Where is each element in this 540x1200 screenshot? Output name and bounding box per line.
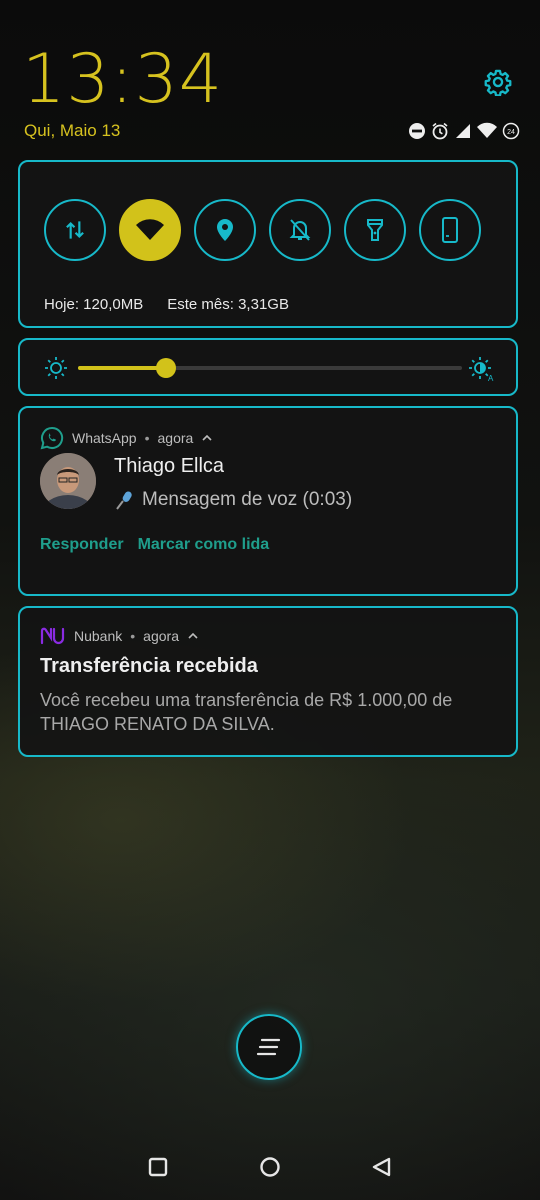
brightness-low-icon bbox=[45, 357, 67, 379]
data-usage-today: Hoje: 120,0MB bbox=[44, 296, 144, 313]
data-usage-month: Este mês: 3,31GB bbox=[167, 296, 289, 313]
location-tile[interactable] bbox=[194, 199, 256, 261]
brightness-panel: A bbox=[18, 338, 518, 396]
data-usage: Hoje: 120,0MB Este mês: 3,31GB bbox=[44, 296, 289, 313]
notification-header: WhatsApp • agora bbox=[40, 426, 213, 450]
microphone-icon bbox=[116, 491, 132, 510]
do-not-disturb-tile[interactable] bbox=[269, 199, 331, 261]
notification-time: agora bbox=[143, 628, 179, 644]
auto-brightness-icon[interactable]: A bbox=[468, 356, 494, 382]
settings-gear-icon[interactable] bbox=[484, 68, 512, 96]
signal-icon bbox=[456, 124, 470, 138]
date: Qui, Maio 13 bbox=[24, 121, 121, 140]
location-icon bbox=[217, 219, 233, 241]
notification-menu-button[interactable] bbox=[236, 1014, 302, 1080]
chevron-up-icon[interactable] bbox=[201, 432, 213, 444]
clock: 13:34 bbox=[22, 40, 223, 119]
svg-text:A: A bbox=[488, 374, 494, 382]
battery-label: 24 bbox=[507, 129, 515, 136]
notification-body: Você recebeu uma transferência de R$ 1.0… bbox=[40, 690, 453, 734]
auto-rotate-icon bbox=[442, 217, 458, 243]
quick-settings-tiles bbox=[44, 199, 481, 261]
notification-header: Nubank • agora bbox=[40, 626, 199, 646]
alarm-icon bbox=[432, 122, 448, 140]
notification-title: Transferência recebida bbox=[40, 655, 258, 677]
battery-icon: 24 bbox=[502, 122, 520, 140]
nubank-notification[interactable]: Nubank • agora Transferência recebida Vo… bbox=[18, 606, 518, 757]
quick-settings-panel: Hoje: 120,0MB Este mês: 3,31GB bbox=[18, 160, 518, 328]
brightness-slider[interactable] bbox=[78, 358, 462, 378]
flashlight-icon bbox=[367, 219, 383, 241]
reply-button[interactable]: Responder bbox=[40, 536, 124, 554]
notification-actions: Responder Marcar como lida bbox=[40, 536, 269, 554]
brightness-slider-thumb[interactable] bbox=[156, 358, 177, 378]
do-not-disturb-icon bbox=[289, 219, 311, 241]
avatar bbox=[40, 453, 96, 509]
wifi-status-icon bbox=[477, 122, 497, 138]
mark-as-read-button[interactable]: Marcar como lida bbox=[138, 536, 270, 554]
menu-lines-icon bbox=[256, 1038, 281, 1056]
whatsapp-icon bbox=[40, 426, 64, 450]
flashlight-tile[interactable] bbox=[344, 199, 406, 261]
navigation-bar bbox=[0, 1140, 540, 1200]
status-icons: 24 bbox=[408, 121, 520, 141]
mobile-data-icon bbox=[66, 221, 84, 239]
notification-time: agora bbox=[157, 430, 194, 446]
notification-message-text: Mensagem de voz (0:03) bbox=[142, 489, 353, 510]
whatsapp-notification[interactable]: WhatsApp • agora Thiago Ellca Mensagem d… bbox=[18, 406, 518, 596]
nubank-icon bbox=[40, 627, 65, 645]
notification-app-name: Nubank bbox=[74, 628, 123, 644]
mobile-data-tile[interactable] bbox=[44, 199, 106, 261]
chevron-up-icon[interactable] bbox=[187, 630, 199, 642]
dnd-status-icon bbox=[409, 123, 425, 139]
auto-rotate-tile[interactable] bbox=[419, 199, 481, 261]
wifi-icon bbox=[136, 219, 164, 240]
notification-sender: Thiago Ellca bbox=[114, 455, 225, 477]
wifi-tile[interactable] bbox=[119, 199, 181, 261]
recents-button[interactable] bbox=[147, 1156, 169, 1178]
home-button[interactable] bbox=[258, 1156, 282, 1180]
notification-app-name: WhatsApp bbox=[72, 430, 137, 446]
notification-message: Mensagem de voz (0:03) bbox=[114, 489, 352, 511]
back-button[interactable] bbox=[370, 1156, 394, 1180]
brightness-slider-fill bbox=[78, 366, 167, 370]
